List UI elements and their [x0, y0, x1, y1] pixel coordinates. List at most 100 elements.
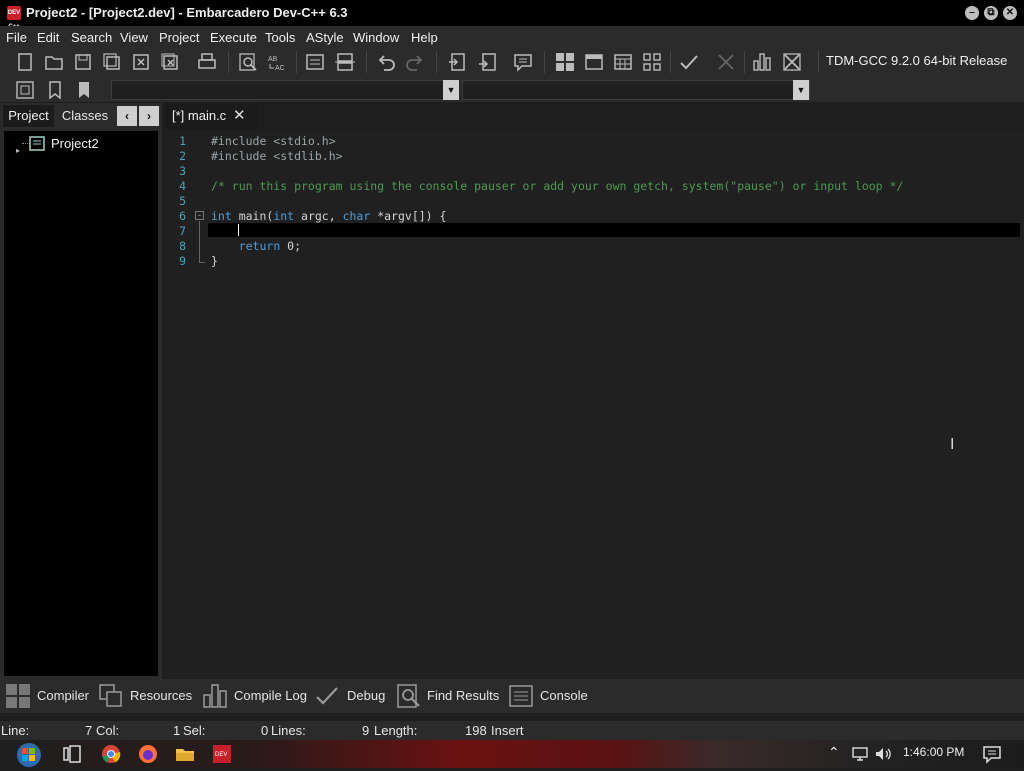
chart-icon[interactable]: [752, 52, 772, 72]
print-icon[interactable]: [197, 52, 217, 72]
new-file-icon[interactable]: [15, 52, 35, 72]
calendar-icon[interactable]: [613, 52, 633, 72]
close-all-icon[interactable]: [160, 52, 180, 72]
indent-icon[interactable]: [335, 52, 355, 72]
notifications-icon[interactable]: [982, 744, 1002, 764]
resources-icon[interactable]: [98, 683, 124, 709]
menu-project[interactable]: Project: [159, 30, 199, 45]
menu-edit[interactable]: Edit: [37, 30, 59, 45]
menu-view[interactable]: View: [120, 30, 148, 45]
chevron-down-icon[interactable]: ▼: [443, 80, 459, 100]
chevron-right-icon[interactable]: ›: [139, 106, 159, 126]
insert-icon[interactable]: [15, 80, 35, 100]
text-caret: [238, 224, 239, 236]
file-explorer-icon[interactable]: [175, 744, 195, 764]
class-combo[interactable]: [111, 80, 459, 100]
minimize-button[interactable]: –: [965, 6, 979, 20]
redo-icon[interactable]: [405, 52, 425, 72]
taskbar-clock[interactable]: 1:46:00 PM: [903, 745, 964, 759]
close-window-button[interactable]: ✕: [1003, 6, 1017, 20]
status-length-label: Length:: [374, 723, 418, 738]
tab-debug[interactable]: Debug: [347, 686, 385, 706]
find-icon[interactable]: [238, 52, 258, 72]
check-icon[interactable]: [679, 52, 699, 72]
line-number: 9: [179, 254, 186, 268]
toolbar-separator: [366, 51, 367, 73]
chevron-left-icon[interactable]: ‹: [117, 106, 137, 126]
code-line-close-brace[interactable]: }: [211, 254, 218, 268]
tab-compiler[interactable]: Compiler: [37, 686, 89, 706]
menu-help[interactable]: Help: [411, 30, 438, 45]
tray-expand-icon[interactable]: ⌃: [828, 744, 840, 761]
line-number: 4: [179, 179, 186, 193]
menu-search[interactable]: Search: [71, 30, 112, 45]
project-tree: [4, 131, 158, 676]
network-icon[interactable]: [850, 744, 870, 764]
cross-box-icon[interactable]: [782, 52, 802, 72]
fold-toggle-icon[interactable]: -: [195, 211, 204, 220]
grid-icon[interactable]: [555, 52, 575, 72]
replace-icon[interactable]: AB AC: [267, 52, 287, 72]
cross-icon[interactable]: [716, 52, 736, 72]
volume-icon[interactable]: [873, 744, 893, 764]
menu-file[interactable]: File: [6, 30, 27, 45]
status-sel-value: 0: [261, 723, 269, 738]
status-length-value: 198: [465, 723, 487, 738]
menu-window[interactable]: Window: [353, 30, 399, 45]
save-icon[interactable]: [73, 52, 93, 72]
tab-project[interactable]: Project: [3, 105, 54, 127]
tab-find-results[interactable]: Find Results: [427, 686, 499, 706]
editor-tab-label[interactable]: [*] main.c: [172, 108, 226, 123]
menu-astyle[interactable]: AStyle: [306, 30, 344, 45]
goto-icon[interactable]: [305, 52, 325, 72]
apps-icon[interactable]: [642, 52, 662, 72]
devcpp-taskbar-icon[interactable]: DEV: [212, 744, 232, 764]
tab-compile-log[interactable]: Compile Log: [234, 686, 307, 706]
status-insert-mode: Insert: [491, 723, 524, 738]
svg-text:AB: AB: [268, 56, 278, 63]
compile-log-icon[interactable]: [202, 683, 228, 709]
code-line-include-stdio[interactable]: #include <stdio.h>: [211, 134, 336, 148]
toolbar-separator: [228, 51, 229, 73]
code-line-comment[interactable]: /* run this program using the console pa…: [211, 179, 903, 193]
toolbar-separator: [436, 51, 437, 73]
tab-resources[interactable]: Resources: [130, 686, 192, 706]
menu-tools[interactable]: Tools: [265, 30, 295, 45]
code-line-main[interactable]: int main(int argc, char *argv[]) {: [211, 209, 446, 223]
line-number: 3: [179, 164, 186, 178]
expand-icon[interactable]: ▸: [16, 146, 20, 155]
chevron-down-icon[interactable]: ▼: [793, 80, 809, 100]
task-view-icon[interactable]: [62, 744, 82, 764]
find-results-icon[interactable]: [396, 683, 422, 709]
firefox-icon[interactable]: [138, 744, 158, 764]
tree-item-project2[interactable]: Project2: [51, 136, 99, 151]
goto-bookmark-icon[interactable]: [74, 80, 94, 100]
function-combo[interactable]: [462, 80, 810, 100]
status-sel-label: Sel:: [183, 723, 206, 738]
comment-icon[interactable]: [513, 52, 533, 72]
menu-execute[interactable]: Execute: [210, 30, 257, 45]
status-lines-value: 9: [362, 723, 370, 738]
import-icon[interactable]: [477, 52, 497, 72]
compiler-icon[interactable]: [5, 683, 31, 709]
line-number: 6: [179, 209, 186, 223]
code-line-include-stdlib[interactable]: #include <stdlib.h>: [211, 149, 343, 163]
chrome-icon[interactable]: [101, 744, 121, 764]
start-button[interactable]: [12, 742, 46, 768]
bookmark-icon[interactable]: [45, 80, 65, 100]
open-icon[interactable]: [44, 52, 64, 72]
restore-button[interactable]: ⧉: [984, 6, 998, 20]
compiler-select[interactable]: TDM-GCC 9.2.0 64-bit Release: [818, 50, 1018, 72]
console-icon[interactable]: [508, 683, 534, 709]
save-all-icon[interactable]: [102, 52, 122, 72]
window-icon[interactable]: [584, 52, 604, 72]
code-line-return[interactable]: return 0;: [211, 239, 301, 253]
close-icon[interactable]: [131, 52, 151, 72]
tab-console[interactable]: Console: [540, 686, 588, 706]
undo-icon[interactable]: [376, 52, 396, 72]
debug-icon[interactable]: [314, 683, 340, 709]
close-tab-icon[interactable]: ✕: [233, 106, 246, 124]
line-number: 5: [179, 194, 186, 208]
tab-classes[interactable]: Classes: [57, 105, 113, 127]
unindent-icon[interactable]: [447, 52, 467, 72]
